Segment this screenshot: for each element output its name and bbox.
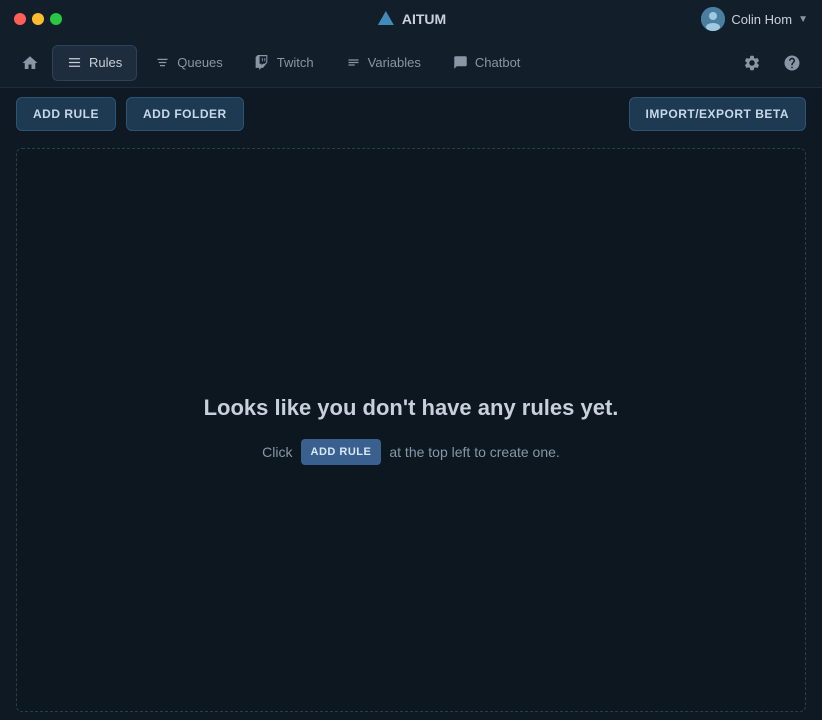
queues-icon (155, 55, 170, 70)
home-icon (21, 54, 39, 72)
tab-queues[interactable]: Queues (141, 45, 237, 81)
tab-chatbot[interactable]: Chatbot (439, 45, 535, 81)
aitum-logo-icon (376, 9, 396, 29)
help-button[interactable] (774, 45, 810, 81)
rules-icon (67, 55, 82, 70)
settings-button[interactable] (734, 45, 770, 81)
twitch-icon (255, 55, 270, 70)
empty-subtitle-post: at the top left to create one. (389, 444, 559, 460)
main-content-area: Looks like you don't have any rules yet.… (16, 148, 806, 712)
tab-rules-label: Rules (89, 55, 122, 70)
add-rule-inline-label: ADD RULE (311, 446, 372, 458)
tab-rules[interactable]: Rules (52, 45, 137, 81)
close-button[interactable] (14, 13, 26, 25)
tab-queues-label: Queues (177, 55, 223, 70)
titlebar: AITUM Colin Hom ▼ (0, 0, 822, 38)
empty-state-title: Looks like you don't have any rules yet. (204, 395, 619, 421)
add-folder-button[interactable]: ADD FOLDER (126, 97, 244, 131)
import-export-button[interactable]: IMPORT/EXPORT BETA (629, 97, 806, 131)
traffic-lights (14, 13, 62, 25)
variables-icon (346, 55, 361, 70)
chatbot-icon (453, 55, 468, 70)
toolbar: ADD RULE ADD FOLDER IMPORT/EXPORT BETA (0, 88, 822, 140)
app-title: AITUM (376, 9, 446, 29)
gear-icon (743, 54, 761, 72)
tab-twitch-label: Twitch (277, 55, 314, 70)
import-export-label: IMPORT/EXPORT BETA (646, 107, 789, 121)
minimize-button[interactable] (32, 13, 44, 25)
add-rule-label: ADD RULE (33, 107, 99, 121)
add-rule-inline-button[interactable]: ADD RULE (301, 439, 382, 465)
tab-variables-label: Variables (368, 55, 421, 70)
tab-chatbot-label: Chatbot (475, 55, 521, 70)
tab-variables[interactable]: Variables (332, 45, 435, 81)
app-name-label: AITUM (402, 11, 446, 27)
titlebar-left (14, 13, 62, 25)
help-icon (783, 54, 801, 72)
tab-twitch[interactable]: Twitch (241, 45, 328, 81)
home-button[interactable] (12, 45, 48, 81)
maximize-button[interactable] (50, 13, 62, 25)
add-rule-button[interactable]: ADD RULE (16, 97, 116, 131)
user-name-label: Colin Hom (731, 12, 792, 27)
navbar: Rules Queues Twitch Variables Chatbot (0, 38, 822, 88)
add-folder-label: ADD FOLDER (143, 107, 227, 121)
chevron-down-icon: ▼ (798, 14, 808, 25)
empty-state-subtitle: Click ADD RULE at the top left to create… (262, 439, 560, 465)
empty-subtitle-pre: Click (262, 444, 292, 460)
user-section[interactable]: Colin Hom ▼ (701, 7, 808, 31)
avatar (701, 7, 725, 31)
